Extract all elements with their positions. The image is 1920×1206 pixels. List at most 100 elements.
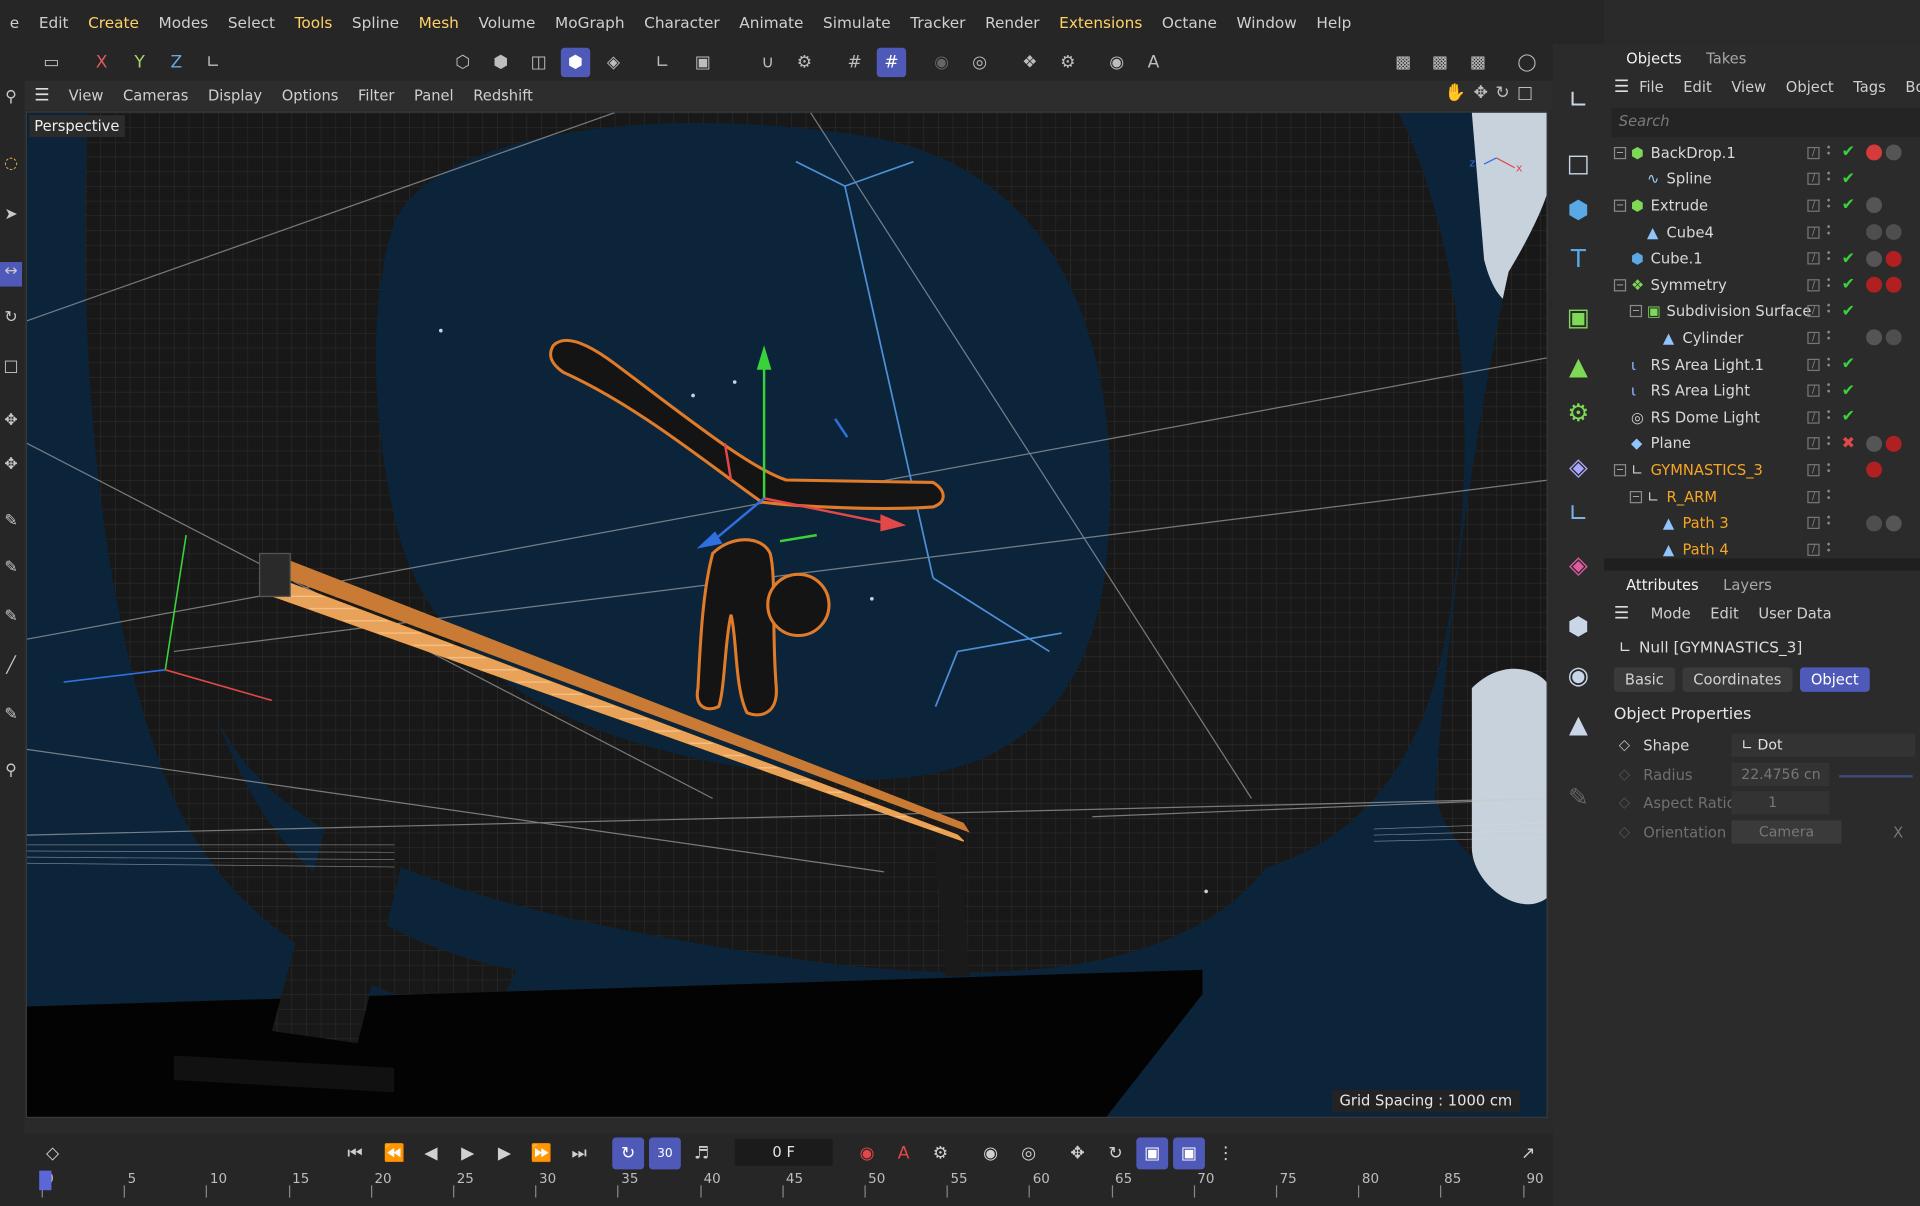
visibility-dots-icon[interactable]: • • — [1826, 407, 1833, 426]
viewport-menu-panel[interactable]: Panel — [404, 87, 463, 104]
attributes-menu-user-data[interactable]: User Data — [1749, 605, 1842, 622]
object-tag-icon[interactable] — [1866, 197, 1883, 214]
visibility-dots-icon[interactable]: • • — [1826, 380, 1833, 399]
attributes-menu-mode[interactable]: Mode — [1641, 605, 1701, 622]
layer-toggle-icon[interactable]: ∕ — [1807, 384, 1820, 397]
rotate-tool-icon[interactable]: ↻ — [0, 309, 22, 333]
keyframe-diamond-icon[interactable]: ◇ — [1619, 765, 1630, 782]
previous-key-icon[interactable]: ⏪ — [378, 1138, 410, 1170]
object-tag-icon[interactable] — [1866, 144, 1883, 161]
spline-square-icon[interactable]: □ — [1560, 144, 1597, 181]
object-row-cube4[interactable]: ▲ Cube4 ∕ • • — [1604, 219, 1920, 245]
expand-toggle-icon[interactable]: − — [1629, 305, 1643, 318]
layer-toggle-icon[interactable]: ∕ — [1807, 199, 1820, 212]
objects-menu-edit[interactable]: Edit — [1673, 78, 1721, 95]
menu-octane[interactable]: Octane — [1152, 13, 1227, 31]
object-tag-icon[interactable] — [1885, 250, 1902, 267]
viewport-menu-cameras[interactable]: Cameras — [113, 87, 198, 104]
record-icon[interactable]: ◉ — [851, 1138, 883, 1170]
layer-toggle-icon[interactable]: ∕ — [1807, 437, 1820, 450]
object-row-subdivision-surface[interactable]: − ▣ Subdivision Surface ∕ • • ✔ — [1604, 298, 1920, 324]
visibility-icon[interactable]: ◉ — [1102, 48, 1131, 77]
menu-animate[interactable]: Animate — [730, 13, 814, 31]
render-view-icon[interactable]: ▩ — [1389, 48, 1418, 77]
next-frame-icon[interactable]: ▶ — [489, 1138, 521, 1170]
viewport-menu-view[interactable]: View — [59, 87, 113, 104]
paint-brush-icon[interactable]: ✎ — [1560, 779, 1597, 816]
object-tag-icon[interactable] — [1866, 277, 1883, 293]
objects-menu-tags[interactable]: Tags — [1843, 78, 1895, 95]
attributes-menu-edit[interactable]: Edit — [1700, 605, 1748, 622]
snap-icon[interactable]: # — [840, 48, 869, 77]
visibility-dots-icon[interactable]: • • — [1826, 169, 1833, 188]
render-picture-viewer-icon[interactable]: ▩ — [1425, 48, 1454, 77]
menu-render[interactable]: Render — [975, 13, 1049, 31]
keyframe-diamond-icon[interactable]: ◇ — [1619, 794, 1630, 811]
expand-toggle-icon[interactable]: − — [1613, 199, 1627, 212]
axis-mode-icon[interactable]: ∟ — [648, 48, 677, 77]
layer-toggle-icon[interactable]: ∕ — [1807, 252, 1820, 265]
go-to-end-icon[interactable]: ⏭ — [563, 1138, 595, 1170]
object-tag-icon[interactable] — [1885, 277, 1902, 293]
viewport-label[interactable]: Perspective — [29, 115, 125, 138]
sculpt-icon[interactable]: ✎ — [0, 607, 22, 631]
property-value[interactable]: Camera — [1731, 820, 1842, 844]
environment-icon[interactable]: ⬢ — [1560, 607, 1597, 644]
spline-pen-icon[interactable]: ✎ — [0, 558, 22, 582]
attributes-tab-layers[interactable]: Layers — [1711, 573, 1784, 597]
property-value[interactable]: 1 — [1731, 791, 1830, 815]
visibility-dots-icon[interactable]: • • — [1826, 354, 1833, 373]
magnet-icon[interactable]: ∪ — [753, 48, 782, 77]
object-tag-icon[interactable] — [1885, 515, 1902, 531]
objects-menu-icon[interactable]: ☰ — [1604, 77, 1629, 97]
layer-toggle-icon[interactable]: ∕ — [1807, 331, 1820, 345]
radius-slider[interactable] — [1839, 774, 1913, 778]
attributes-tab-attributes[interactable]: Attributes — [1614, 573, 1711, 597]
object-row-cube-1[interactable]: ⬢ Cube.1 ∕ • • ✔ — [1604, 245, 1920, 271]
render-settings-icon[interactable]: ▩ — [1463, 48, 1492, 77]
visibility-dots-icon[interactable]: • • — [1826, 248, 1833, 267]
object-tag-icon[interactable] — [1885, 329, 1902, 346]
visibility-dots-icon[interactable]: • • — [1826, 301, 1833, 320]
layer-toggle-icon[interactable]: ∕ — [1807, 358, 1820, 371]
objects-tab-takes[interactable]: Takes — [1694, 47, 1759, 71]
pen-tool-icon[interactable]: ✎ — [0, 512, 22, 536]
key-scale-icon[interactable]: ▣ — [1136, 1137, 1169, 1170]
viewport-menu-filter[interactable]: Filter — [348, 87, 404, 104]
visibility-dots-icon[interactable]: • • — [1826, 222, 1833, 241]
visibility-dots-icon[interactable]: • • — [1826, 433, 1833, 452]
layer-toggle-icon[interactable]: ∕ — [1807, 305, 1820, 318]
scale-tool-icon[interactable]: □ — [0, 358, 22, 382]
keyframe-diamond-icon[interactable]: ◇ — [1619, 823, 1630, 840]
text-icon[interactable]: T — [1560, 240, 1597, 277]
menu-modes[interactable]: Modes — [149, 13, 218, 31]
light-icon[interactable]: ▲ — [1560, 705, 1597, 742]
object-row-rs-area-light-1[interactable]: ⍳ RS Area Light.1 ∕ • • ✔ — [1604, 351, 1920, 377]
object-row-plane[interactable]: ◆ Plane ∕ • • ✖ — [1604, 430, 1920, 456]
points-mode-icon[interactable]: ⬡ — [448, 48, 477, 77]
null-object-icon[interactable]: ∟ — [1560, 81, 1597, 118]
object-row-cylinder[interactable]: ▲ Cylinder ∕ • • — [1604, 325, 1920, 351]
visibility-dots-icon[interactable]: • • — [1826, 539, 1833, 558]
knife-icon[interactable]: ╱ — [0, 656, 22, 680]
timeline-editor-icon[interactable]: ↗ — [1512, 1138, 1544, 1170]
object-tag-icon[interactable] — [1866, 250, 1883, 267]
menu-tools[interactable]: Tools — [285, 13, 342, 31]
subtab-object[interactable]: Object — [1799, 667, 1870, 692]
enabled-check-icon[interactable]: ✔ — [1842, 355, 1855, 373]
sound-icon[interactable]: ♬ — [686, 1138, 718, 1170]
go-to-start-icon[interactable]: ⏮ — [339, 1138, 371, 1170]
timeline-ruler[interactable]: 051015202530354045505560657075808590 — [41, 1171, 1544, 1203]
select-arrow-icon[interactable]: ➤ — [0, 206, 22, 230]
orientation-x[interactable]: X — [1893, 824, 1903, 841]
snap-grid-icon[interactable]: # — [876, 47, 907, 78]
panel-divider[interactable] — [1604, 558, 1920, 571]
enabled-check-icon[interactable]: ✔ — [1842, 144, 1855, 162]
transform-icon[interactable]: ✥ — [0, 411, 22, 435]
menu-mograph[interactable]: MoGraph — [545, 13, 634, 31]
keyframe-diamond-icon[interactable]: ◇ — [1619, 736, 1630, 753]
property-value[interactable]: 22.4756 cn — [1731, 762, 1830, 786]
visibility-dots-icon[interactable]: • • — [1826, 195, 1833, 214]
object-row-symmetry[interactable]: − ❖ Symmetry ∕ • • ✔ — [1604, 272, 1920, 298]
object-search-input[interactable]: Search — [1611, 107, 1920, 138]
